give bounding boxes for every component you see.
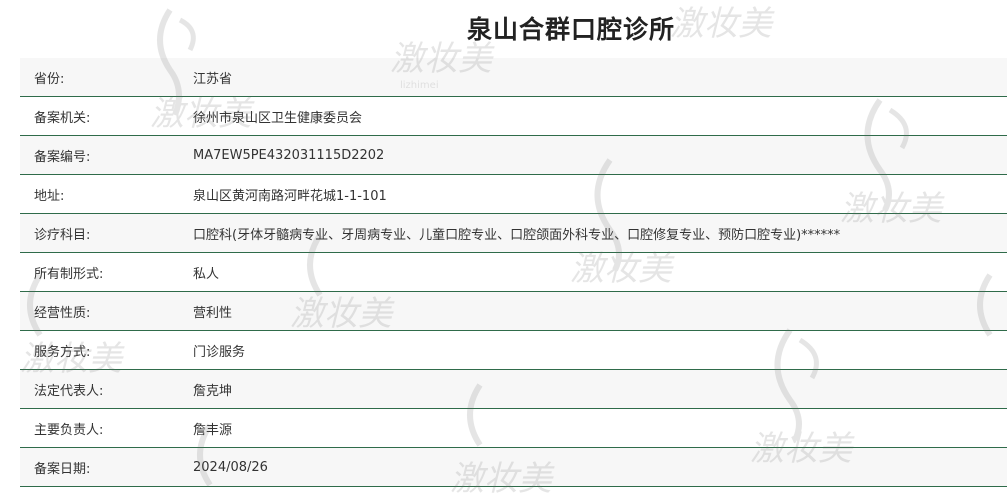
table-row: 备案机关: 徐州市泉山区卫生健康委员会	[20, 97, 1007, 136]
row-label-departments: 诊疗科目:	[34, 227, 91, 243]
row-label-business-nature: 经营性质:	[34, 305, 91, 321]
row-label-ownership: 所有制形式:	[34, 266, 104, 282]
row-label-province: 省份:	[34, 71, 65, 87]
row-label-record-number: 备案编号:	[34, 149, 91, 165]
table-row: 诊疗科目: 口腔科(牙体牙髓病专业、牙周病专业、儿童口腔专业、口腔颌面外科专业、…	[20, 214, 1007, 253]
row-value-departments: 口腔科(牙体牙髓病专业、牙周病专业、儿童口腔专业、口腔颌面外科专业、口腔修复专业…	[193, 227, 841, 243]
row-label-principal: 主要负责人:	[34, 422, 104, 438]
table-row: 服务方式: 门诊服务	[20, 331, 1007, 370]
row-value-business-nature: 营利性	[193, 305, 233, 321]
table-row: 所有制形式: 私人	[20, 253, 1007, 292]
table-row: 主要负责人: 詹丰源	[20, 409, 1007, 448]
row-value-authority: 徐州市泉山区卫生健康委员会	[193, 110, 363, 126]
row-value-ownership: 私人	[193, 266, 220, 282]
table-row: 地址: 泉山区黄河南路河畔花城1-1-101	[20, 175, 1007, 214]
row-label-legal-rep: 法定代表人:	[34, 383, 104, 399]
page-title: 泉山合群口腔诊所	[466, 15, 675, 44]
row-value-record-date: 2024/08/26	[193, 459, 268, 475]
row-value-record-number: MA7EW5PE432031115D2202	[193, 147, 385, 163]
row-value-principal: 詹丰源	[193, 422, 233, 438]
table-row: 备案日期: 2024/08/26	[20, 448, 1007, 487]
table-row: 法定代表人: 詹克坤	[20, 370, 1007, 409]
row-value-address: 泉山区黄河南路河畔花城1-1-101	[193, 188, 387, 204]
row-label-authority: 备案机关:	[34, 110, 91, 126]
info-table: 省份: 江苏省 备案机关: 徐州市泉山区卫生健康委员会 备案编号: MA7EW5…	[20, 58, 1007, 487]
row-label-service-mode: 服务方式:	[34, 344, 91, 360]
table-row: 备案编号: MA7EW5PE432031115D2202	[20, 136, 1007, 175]
row-value-province: 江苏省	[193, 71, 233, 87]
table-row: 省份: 江苏省	[20, 58, 1007, 97]
table-row: 经营性质: 营利性	[20, 292, 1007, 331]
row-value-legal-rep: 詹克坤	[193, 383, 233, 399]
row-value-service-mode: 门诊服务	[193, 344, 246, 360]
row-label-address: 地址:	[34, 188, 65, 204]
row-label-record-date: 备案日期:	[34, 461, 91, 477]
